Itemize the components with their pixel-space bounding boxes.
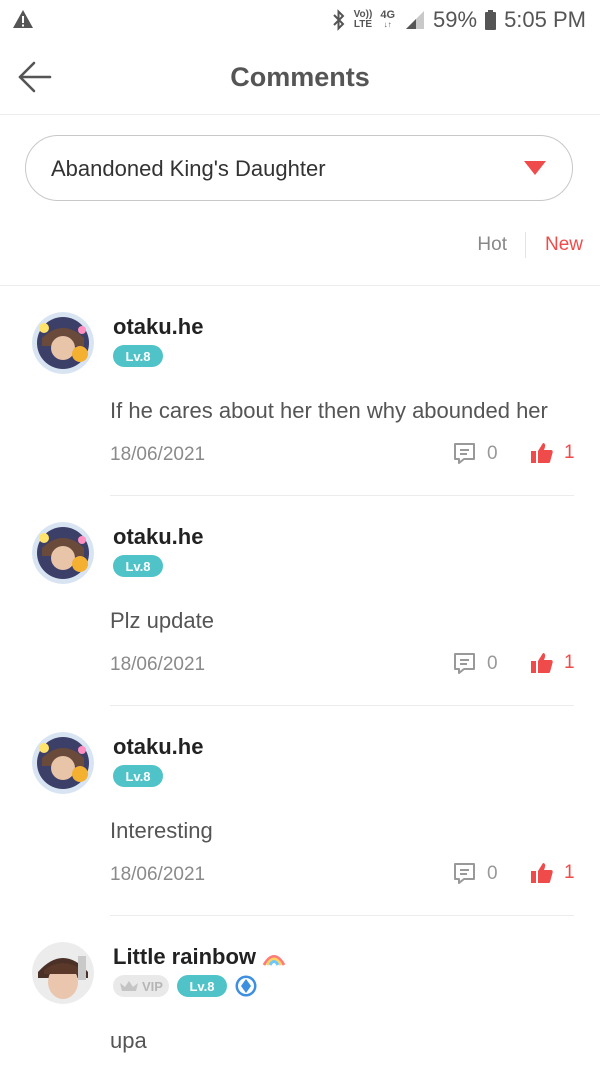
user-badges: Lv.8 [113,555,163,577]
signal-icon [406,11,425,29]
username[interactable]: Little rainbow [113,944,286,970]
thumbs-up-icon [531,863,553,883]
level-badge: Lv.8 [113,555,163,577]
network-type: 4G ↓↑ [380,9,396,30]
comment-date: 18/06/2021 [110,864,206,885]
book-select-dropdown[interactable]: Abandoned King's Daughter [25,135,573,201]
user-badges: VIP Lv.8 [113,975,257,997]
username[interactable]: otaku.he [113,734,203,760]
level-badge: Lv.8 [113,345,163,367]
reply-button[interactable]: 0 [452,651,498,676]
clock: 5:05 PM [504,7,586,32]
comment-bubble-icon [454,653,475,674]
avatar[interactable] [32,942,94,1004]
avatar[interactable] [32,732,94,794]
tab-hot[interactable]: Hot [477,234,525,256]
username[interactable]: otaku.he [113,314,203,340]
comment-date: 18/06/2021 [110,444,206,465]
comment-bubble-icon [454,443,475,464]
level-badge: Lv.8 [113,765,163,787]
sort-tabs: Hot New [477,232,583,258]
reply-button[interactable]: 0 [452,861,498,886]
comment-item: otaku.he Lv.8 Interesting 18/06/2021 0 1 [0,706,600,916]
user-badges: Lv.8 [113,345,163,367]
avatar[interactable] [32,312,94,374]
battery-percent: 59% [433,7,478,32]
volte-indicator: Vo)) LTE [353,9,373,30]
reply-count: 0 [487,652,498,674]
reply-count: 0 [487,862,498,884]
like-count: 1 [564,442,575,463]
comment-bubble-icon [454,863,475,884]
like-button[interactable]: 1 [530,441,575,465]
comment-text: If he cares about her then why abounded … [110,398,548,423]
reply-count: 0 [487,442,498,464]
vip-badge: VIP [113,975,169,997]
like-button[interactable]: 1 [530,651,575,675]
rainbow-icon [262,955,286,966]
avatar[interactable] [32,522,94,584]
page-title: Comments [230,62,370,92]
comment-text: upa [110,1028,147,1053]
username[interactable]: otaku.he [113,524,203,550]
user-badges: Lv.8 [113,765,163,787]
triangle-down-icon [524,161,546,175]
status-bar: Vo)) LTE 4G ↓↑ 59% 5:05 PM [0,0,600,40]
reply-button[interactable]: 0 [452,441,498,466]
bluetooth-icon [332,9,345,31]
warning-icon [13,10,33,28]
level-badge: Lv.8 [177,975,227,997]
comment-date: 18/06/2021 [110,654,206,675]
like-count: 1 [564,862,575,883]
battery-icon [485,10,497,30]
tab-new[interactable]: New [526,234,583,256]
comment-text: Plz update [110,608,214,633]
like-button[interactable]: 1 [530,861,575,885]
book-select-value: Abandoned King's Daughter [51,156,326,181]
comment-item: otaku.he Lv.8 If he cares about her then… [0,286,600,496]
crown-icon [120,981,139,991]
like-count: 1 [564,652,575,673]
comment-item: otaku.he Lv.8 Plz update 18/06/2021 0 1 [0,496,600,706]
comment-text: Interesting [110,818,213,843]
thumbs-up-icon [531,653,553,673]
diamond-badge-icon [235,975,257,997]
thumbs-up-icon [531,443,553,463]
app-header: Comments [0,40,600,115]
comment-item: Little rainbow VIP Lv.8 upa [0,916,600,1067]
